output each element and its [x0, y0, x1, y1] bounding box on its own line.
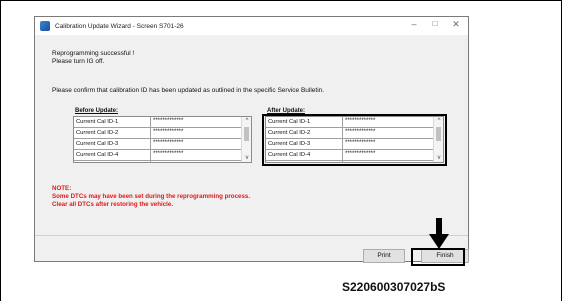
note-line-2: Clear all DTCs after restoring the vehic… — [52, 201, 174, 208]
before-update-label: Before Update: — [75, 108, 119, 114]
column-divider — [150, 117, 151, 162]
cal-id-name: Current Cal ID-3 — [76, 141, 119, 147]
note-line-1: Some DTCs may have been set during the r… — [52, 193, 251, 200]
ig-off-message: Please turn IG off. — [52, 58, 105, 65]
cal-id-value: ************* — [153, 151, 184, 157]
minimize-button[interactable]: – — [405, 19, 423, 29]
note-title: NOTE: — [52, 185, 72, 192]
after-update-highlight-box — [262, 114, 447, 166]
table-row: Current Cal ID-3 ************* — [74, 139, 242, 150]
cal-id-name: Current Cal ID-2 — [76, 130, 119, 136]
scroll-down-icon[interactable]: v — [243, 155, 251, 161]
figure-caption: S220600307027bS — [342, 280, 446, 294]
close-button[interactable]: ✕ — [447, 19, 465, 30]
cal-id-value: ************* — [153, 140, 184, 146]
cal-id-value: ************* — [153, 129, 184, 135]
table-row: Current Cal ID-1 ************* — [74, 117, 242, 128]
before-update-list[interactable]: Current Cal ID-1 ************* Current C… — [73, 116, 252, 163]
table-row: Current Cal ID-2 ************* — [74, 128, 242, 139]
confirm-message: Please confirm that calibration ID has b… — [52, 87, 325, 94]
app-icon — [40, 21, 50, 31]
calibration-wizard-window: Calibration Update Wizard - Screen S701-… — [34, 16, 469, 263]
title-bar: Calibration Update Wizard - Screen S701-… — [35, 17, 468, 35]
scroll-up-icon[interactable]: ^ — [243, 118, 251, 124]
scroll-thumb[interactable] — [244, 127, 249, 141]
success-message: Reprogramming successful ! — [52, 50, 135, 57]
window-title: Calibration Update Wizard - Screen S701-… — [55, 22, 184, 30]
cal-id-name: Current Cal ID-4 — [76, 152, 119, 158]
down-arrow-icon — [429, 218, 449, 249]
cal-id-name: Current Cal ID-1 — [76, 119, 119, 125]
table-row: Current Cal ID-4 ************* — [74, 150, 242, 161]
before-list-scrollbar[interactable]: ^ v — [241, 117, 251, 162]
top-rule — [0, 0, 562, 1]
print-button[interactable]: Print — [363, 249, 405, 263]
footer-separator — [35, 235, 468, 236]
maximize-button[interactable]: □ — [426, 19, 444, 28]
finish-highlight-box — [411, 248, 465, 266]
left-rule — [0, 0, 1, 301]
cal-id-value: ************* — [153, 118, 184, 124]
